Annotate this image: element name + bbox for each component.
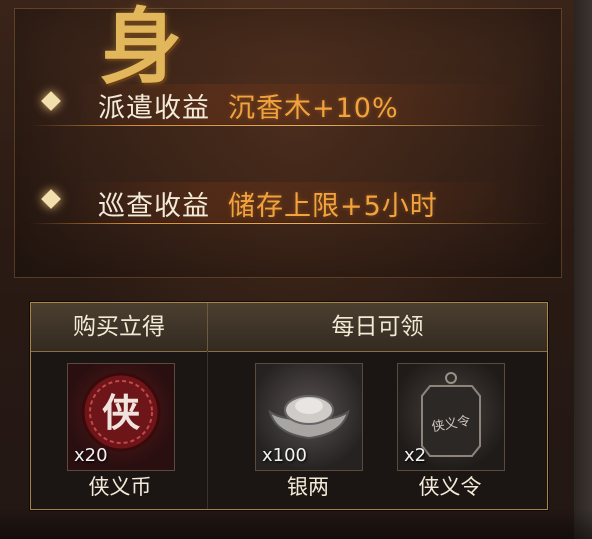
diamond-bullet-icon bbox=[41, 189, 61, 209]
bonus-value: 沉香木+10% bbox=[228, 93, 399, 124]
reward-item-silver[interactable]: x100 bbox=[255, 363, 363, 471]
item-name: 银两 bbox=[287, 475, 329, 499]
bonus-value: 储存上限+5小时 bbox=[228, 191, 438, 222]
item-name: 侠义令 bbox=[418, 475, 482, 499]
bonus-label: 派遣收益 bbox=[98, 93, 210, 124]
rewards-panel: 购买立得 每日可领 侠 x20 侠义币 x100 银两 侠义令 x2 侠义令 bbox=[30, 302, 548, 510]
bonus-label: 巡查收益 bbox=[98, 191, 210, 222]
bonus-frame bbox=[14, 8, 562, 278]
header-purchase-instant: 购买立得 bbox=[31, 303, 208, 351]
header-daily-claim: 每日可领 bbox=[208, 303, 547, 351]
bonus-row-dispatch: 派遣收益 沉香木+10% bbox=[30, 80, 550, 126]
item-count: x20 bbox=[74, 445, 108, 466]
reward-item-xiayi-coin[interactable]: 侠 x20 bbox=[67, 363, 175, 471]
bonus-row-patrol: 巡查收益 储存上限+5小时 bbox=[30, 178, 550, 224]
item-count: x100 bbox=[262, 445, 308, 466]
diamond-bullet-icon bbox=[41, 91, 61, 111]
item-name: 侠义币 bbox=[88, 475, 152, 499]
reward-item-xiayi-token[interactable]: 侠义令 x2 bbox=[397, 363, 505, 471]
scrollbar-track[interactable] bbox=[574, 0, 592, 539]
svg-text:侠: 侠 bbox=[102, 390, 141, 435]
item-count: x2 bbox=[404, 445, 427, 466]
